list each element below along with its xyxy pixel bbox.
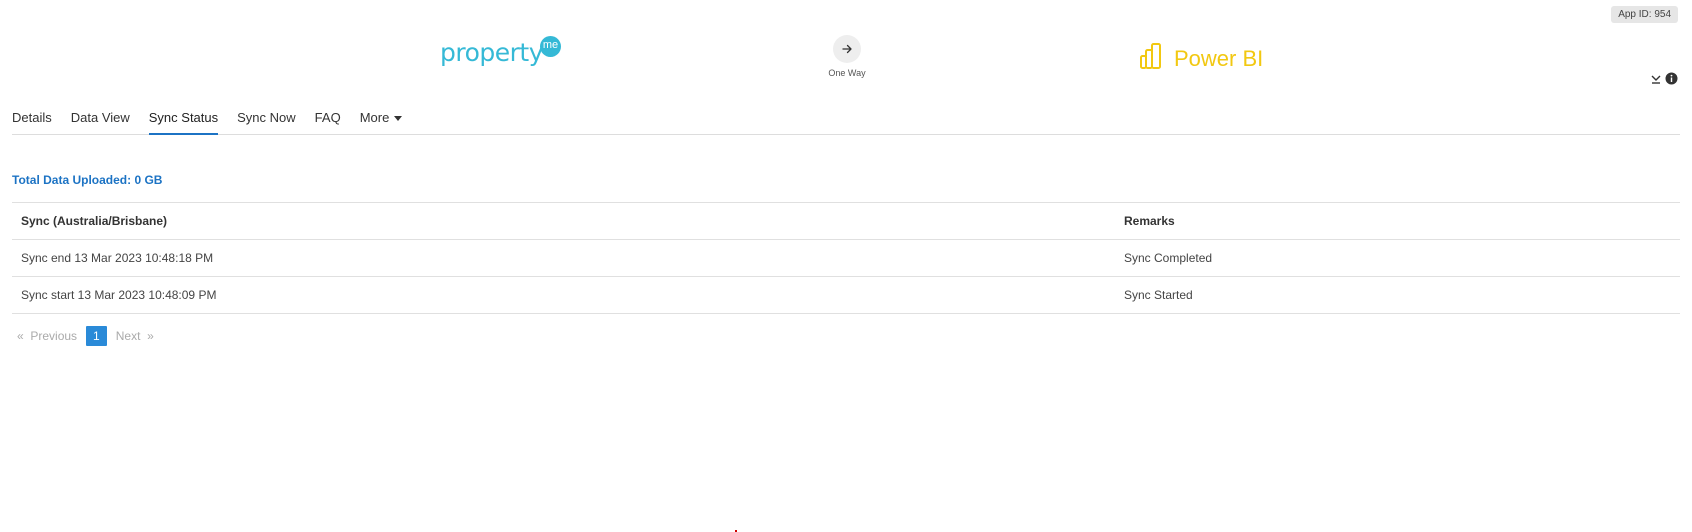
next-label: Next <box>115 329 141 343</box>
powerbi-logo: Power BI <box>1138 42 1263 75</box>
propertyme-logo: property me <box>440 36 562 67</box>
tab-more[interactable]: More <box>360 106 403 133</box>
app-id-badge: App ID: 954 <box>1611 6 1678 23</box>
tab-sync-status[interactable]: Sync Status <box>148 106 219 135</box>
propertyme-logo-text: property <box>440 38 544 67</box>
remarks-cell: Sync Started <box>1115 276 1680 314</box>
pagination: « Previous 1 Next » <box>12 326 159 346</box>
previous-label: Previous <box>30 329 78 343</box>
tab-more-label: More <box>359 110 390 125</box>
info-icon[interactable] <box>1665 72 1678 90</box>
sync-direction: One Way <box>827 35 867 78</box>
collapse-icon[interactable] <box>1650 72 1662 90</box>
arrow-right-icon <box>833 35 861 63</box>
propertyme-logo-badge: me <box>540 36 562 57</box>
tab-bar: Details Data View Sync Status Sync Now F… <box>12 106 1680 135</box>
header-tools <box>1650 72 1678 90</box>
page: App ID: 954 property me One Way Power BI <box>0 0 1692 532</box>
sync-status-table: Sync (Australia/Brisbane) Remarks Sync e… <box>12 202 1680 314</box>
double-chevron-left-icon: « <box>17 329 24 343</box>
powerbi-icon <box>1138 42 1166 75</box>
table-header-row: Sync (Australia/Brisbane) Remarks <box>12 202 1680 240</box>
page-1-button[interactable]: 1 <box>86 326 107 346</box>
tab-details[interactable]: Details <box>12 106 52 133</box>
direction-label: One Way <box>828 68 866 78</box>
column-header-sync: Sync (Australia/Brisbane) <box>12 202 1115 240</box>
table-row: Sync end 13 Mar 2023 10:48:18 PM Sync Co… <box>12 239 1680 277</box>
column-header-remarks: Remarks <box>1115 202 1680 240</box>
powerbi-logo-text: Power BI <box>1174 45 1264 71</box>
tab-data-view[interactable]: Data View <box>71 106 130 133</box>
next-page-link[interactable]: Next » <box>111 329 159 343</box>
previous-page-link[interactable]: « Previous <box>12 329 82 343</box>
remarks-cell: Sync Completed <box>1115 239 1680 277</box>
double-chevron-right-icon: » <box>147 329 154 343</box>
sync-cell: Sync start 13 Mar 2023 10:48:09 PM <box>12 276 1115 314</box>
total-data-uploaded: Total Data Uploaded: 0 GB <box>12 173 163 187</box>
tab-faq[interactable]: FAQ <box>315 106 341 133</box>
table-row: Sync start 13 Mar 2023 10:48:09 PM Sync … <box>12 276 1680 314</box>
sync-cell: Sync end 13 Mar 2023 10:48:18 PM <box>12 239 1115 277</box>
tab-sync-now[interactable]: Sync Now <box>237 106 296 133</box>
chevron-down-icon <box>394 116 403 122</box>
